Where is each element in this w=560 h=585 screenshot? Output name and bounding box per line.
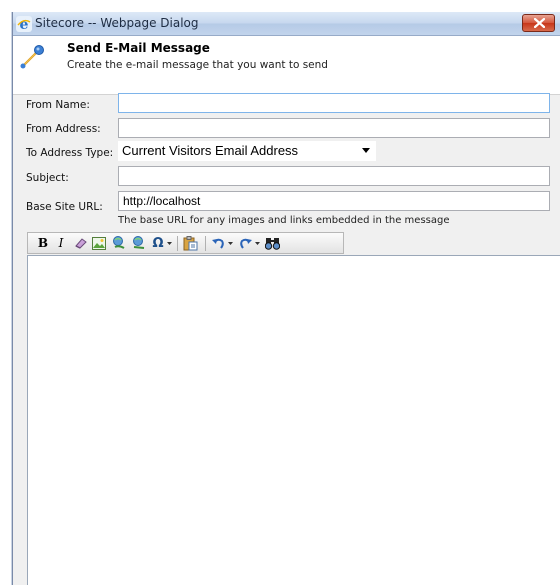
italic-button[interactable]: I <box>54 235 68 251</box>
paste-icon <box>183 235 198 250</box>
image-icon <box>92 236 106 250</box>
insert-symbol-button[interactable]: Ω <box>152 235 164 251</box>
link-icon <box>113 235 125 249</box>
from-address-label: From Address: <box>26 123 101 135</box>
undo-button[interactable] <box>211 235 225 251</box>
redo-icon <box>239 238 252 249</box>
editor-toolbar: B I Ω <box>27 232 344 254</box>
base-site-url-hint: The base URL for any images and links em… <box>118 215 450 226</box>
paste-button[interactable] <box>182 235 200 251</box>
omega-icon: Ω <box>152 235 164 251</box>
to-address-type-label: To Address Type: <box>26 147 114 159</box>
toolbar-separator <box>205 236 206 251</box>
dialog-title: Send E-Mail Message <box>67 41 210 55</box>
close-icon <box>534 18 545 28</box>
window-title: Sitecore -- Webpage Dialog <box>35 16 199 30</box>
base-site-url-label: Base Site URL: <box>26 201 103 213</box>
internet-explorer-icon: e <box>16 16 32 33</box>
chevron-down-icon[interactable] <box>167 242 172 245</box>
close-button[interactable] <box>522 14 555 32</box>
from-name-input[interactable] <box>118 93 550 113</box>
subject-input[interactable] <box>118 166 550 186</box>
remove-format-button[interactable] <box>73 235 89 251</box>
unlink-icon <box>133 235 145 249</box>
remove-link-button[interactable] <box>130 235 148 251</box>
webpage-dialog: e Sitecore -- Webpage Dialog Send E-Mail… <box>12 12 560 585</box>
dialog-subtitle: Create the e-mail message that you want … <box>67 59 328 71</box>
italic-icon: I <box>58 236 64 250</box>
undo-icon <box>211 238 224 249</box>
to-address-type-value: Current Visitors Email Address <box>122 143 299 158</box>
chevron-down-icon[interactable] <box>228 242 233 245</box>
svg-text:e: e <box>20 17 29 32</box>
subject-label: Subject: <box>26 172 69 184</box>
dialog-header: Send E-Mail Message Create the e-mail me… <box>13 36 560 95</box>
find-button[interactable] <box>264 235 280 251</box>
find-icon <box>264 237 280 250</box>
from-address-input[interactable] <box>118 118 550 138</box>
bold-button[interactable]: B <box>36 235 50 251</box>
message-body-editor[interactable] <box>27 255 560 585</box>
chevron-down-icon <box>362 148 370 153</box>
toolbar-separator <box>177 236 178 251</box>
from-name-label: From Name: <box>26 99 90 111</box>
title-bar[interactable]: e Sitecore -- Webpage Dialog <box>13 12 560 36</box>
send-mail-icon <box>19 44 45 70</box>
to-address-type-select[interactable]: Current Visitors Email Address <box>118 141 376 161</box>
base-site-url-input[interactable] <box>118 191 550 211</box>
redo-button[interactable] <box>238 235 252 251</box>
insert-image-button[interactable] <box>91 235 107 251</box>
insert-link-button[interactable] <box>110 235 128 251</box>
bold-icon: B <box>37 236 49 250</box>
eraser-icon <box>75 238 87 249</box>
chevron-down-icon[interactable] <box>255 242 260 245</box>
